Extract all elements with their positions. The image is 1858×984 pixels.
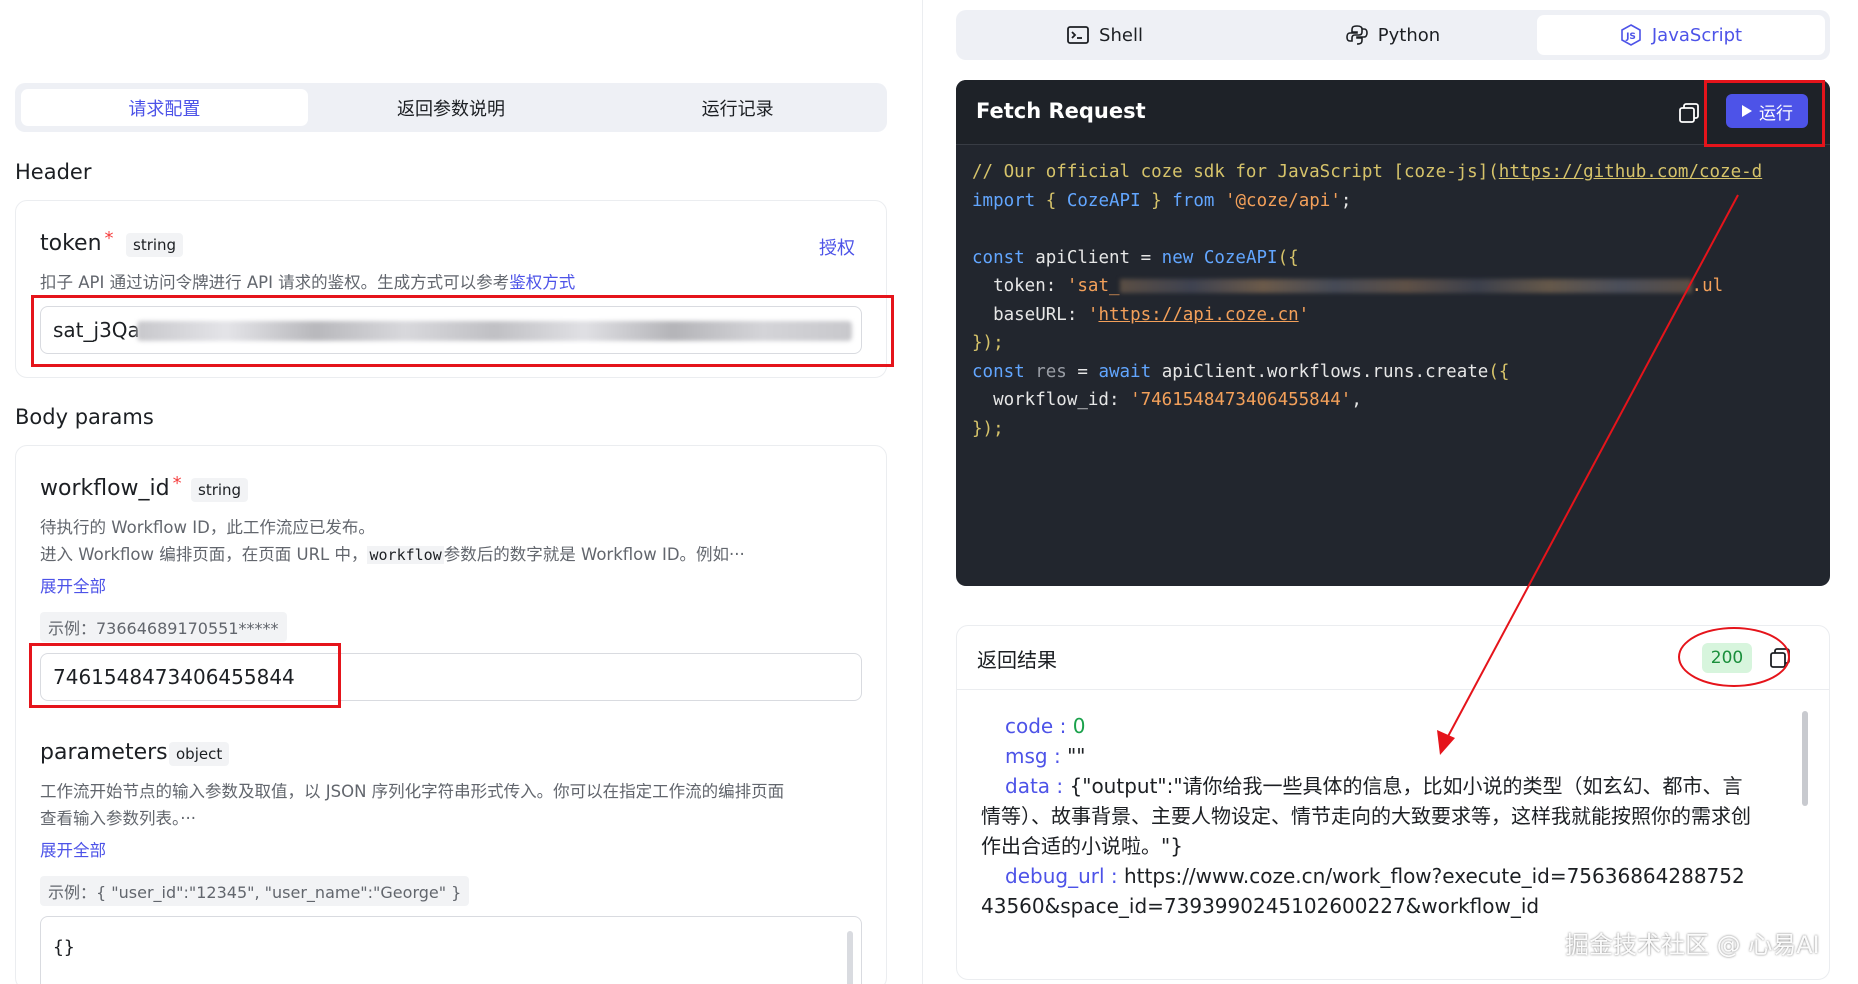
highlight-box xyxy=(29,643,341,708)
workflow-id-label: workflow_id * xyxy=(40,473,182,501)
authorize-link[interactable]: 授权 xyxy=(819,234,855,260)
type-tag: string xyxy=(191,478,249,502)
code-title: Fetch Request xyxy=(976,99,1146,123)
language-tabs: Shell Python JS JavaScript xyxy=(956,10,1830,60)
parameters-desc-line2: 查看输入参数列表。··· xyxy=(40,809,196,828)
python-icon xyxy=(1345,25,1368,45)
tab-request-config[interactable]: 请求配置 xyxy=(21,89,308,126)
copy-icon[interactable] xyxy=(1678,102,1700,124)
result-debug-url-row: debug_url : https://www.coze.cn/work_flo… xyxy=(981,864,1745,918)
body-params-card: workflow_id * string 待执行的 Workflow ID，此工作… xyxy=(15,445,887,984)
code-header: Fetch Request 运行 xyxy=(956,80,1830,145)
svg-text:JS: JS xyxy=(1625,32,1636,42)
terminal-icon xyxy=(1067,26,1089,44)
code-panel: Fetch Request 运行 // Our official coze sd… xyxy=(956,80,1830,586)
parameters-desc-line1: 工作流开始节点的输入参数及取值，以 JSON 序列化字符串形式传入。你可以在指定… xyxy=(40,782,785,801)
javascript-icon: JS xyxy=(1621,24,1641,46)
type-tag: string xyxy=(126,233,184,257)
tab-response-params[interactable]: 返回参数说明 xyxy=(308,89,595,126)
watermark: 掘金技术社区 @ 心易AI xyxy=(1565,931,1820,959)
workflow-id-example: 示例：73664689170551***** xyxy=(40,612,287,642)
expand-all-link[interactable]: 展开全部 xyxy=(40,837,106,861)
type-tag: object xyxy=(169,742,230,766)
header-section-title: Header xyxy=(15,160,92,184)
result-json: code : 0 msg : "" data : {"output":"请你给我… xyxy=(981,711,1756,921)
required-mark: * xyxy=(172,473,182,494)
auth-method-link[interactable]: 鉴权方式 xyxy=(509,273,575,292)
sdk-link[interactable]: https://github.com/coze-d xyxy=(1499,162,1762,182)
editor-scrollbar[interactable] xyxy=(847,931,853,984)
token-field-label: token * xyxy=(40,228,114,256)
highlight-ellipse xyxy=(1678,627,1790,687)
result-code-row: code : 0 xyxy=(1005,714,1086,738)
redacted-token xyxy=(1119,279,1692,293)
tab-python[interactable]: Python xyxy=(1249,15,1537,55)
parameters-example: 示例：{ "user_id":"12345", "user_name":"Geo… xyxy=(40,876,470,906)
tab-javascript[interactable]: JS JavaScript xyxy=(1537,15,1825,55)
token-description: 扣子 API 通过访问令牌进行 API 请求的鉴权。生成方式可以参考鉴权方式 xyxy=(40,273,576,292)
body-section-title: Body params xyxy=(15,405,154,429)
tab-run-history[interactable]: 运行记录 xyxy=(594,89,881,126)
result-title: 返回结果 xyxy=(977,648,1057,672)
parameters-label: parameters xyxy=(40,740,168,765)
result-msg-row: msg : "" xyxy=(1005,744,1086,768)
code-block: // Our official coze sdk for JavaScript … xyxy=(972,162,1763,439)
parameters-json-editor[interactable]: {} xyxy=(40,916,862,984)
tab-shell[interactable]: Shell xyxy=(961,15,1249,55)
highlight-box xyxy=(31,295,894,367)
required-mark: * xyxy=(104,228,114,249)
result-data-row: data : {"output":"请你给我一些具体的信息，比如小说的类型（如玄… xyxy=(981,774,1751,858)
config-tabs: 请求配置 返回参数说明 运行记录 xyxy=(15,83,887,132)
result-scrollbar[interactable] xyxy=(1802,711,1808,806)
highlight-box xyxy=(1704,80,1825,147)
workflow-id-desc-line2: 进入 Workflow 编排页面，在页面 URL 中， workflow 参数后的数… xyxy=(40,545,745,564)
divider xyxy=(957,689,1829,690)
expand-all-link[interactable]: 展开全部 xyxy=(40,573,106,597)
panel-divider xyxy=(922,0,923,984)
workflow-id-desc-line1: 待执行的 Workflow ID，此工作流应已发布。 xyxy=(40,518,375,537)
request-panel: 请求配置 返回参数说明 运行记录 Header token * string 授权… xyxy=(0,0,920,984)
